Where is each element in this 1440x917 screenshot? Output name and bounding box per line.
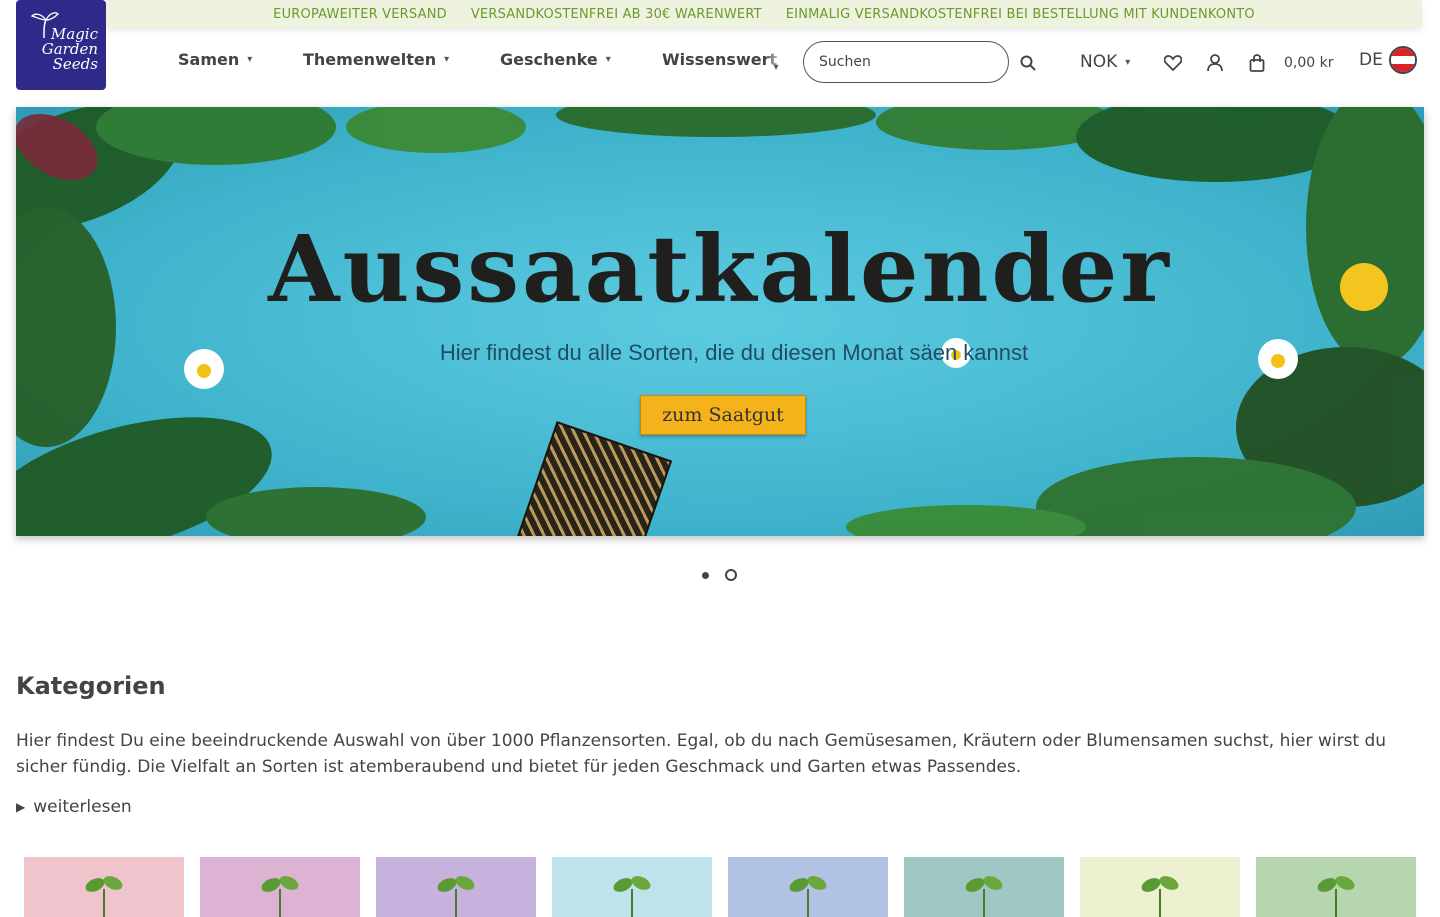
hero-banner[interactable]: Aussaatkalender Hier findest du alle Sor… (16, 107, 1424, 536)
language-label: DE (1359, 50, 1383, 70)
chevron-down-icon: ▾ (444, 54, 450, 65)
section-description: Hier findest Du eine beeindruckende Ausw… (16, 731, 1387, 777)
nav-item-themenwelten[interactable]: Themenwelten ▾ (303, 50, 449, 69)
category-tile[interactable] (376, 857, 536, 917)
category-tile[interactable] (552, 857, 712, 917)
chevron-down-icon: ▾ (247, 54, 253, 65)
hero-title: Aussaatkalender (268, 215, 1172, 323)
category-tile[interactable] (1256, 857, 1416, 917)
category-tile[interactable] (200, 857, 360, 917)
search-icon[interactable] (1016, 52, 1040, 74)
plant-illustration-icon (1141, 876, 1179, 917)
carousel-pagination (700, 569, 737, 581)
nav-item-samen[interactable]: Samen ▾ (178, 50, 252, 69)
search-input[interactable] (803, 41, 1009, 83)
section-title: Kategorien (16, 672, 166, 700)
read-more-label: weiterlesen (33, 797, 132, 817)
currency-label: NOK (1080, 52, 1118, 72)
language-selector[interactable]: DE (1359, 46, 1417, 74)
heart-icon[interactable] (1162, 52, 1184, 74)
plant-illustration-icon (437, 876, 475, 917)
nav-item-label: Samen (178, 50, 240, 69)
plant-illustration-icon (613, 876, 651, 917)
chevron-down-icon[interactable]: ▾ (768, 56, 784, 78)
category-tile[interactable] (728, 857, 888, 917)
plant-illustration-icon (1317, 876, 1355, 917)
hero-cta-button[interactable]: zum Saatgut (640, 395, 806, 435)
cart-total[interactable]: 0,00 kr (1284, 55, 1334, 71)
nav-item-label: Wissenswert (662, 50, 778, 69)
plant-illustration-icon (85, 876, 123, 917)
plant-illustration-icon (261, 876, 299, 917)
carousel-dot-active[interactable] (700, 569, 711, 581)
category-tiles (24, 857, 1416, 917)
site-logo[interactable]: Magic Garden Seeds (16, 0, 106, 90)
read-more-toggle[interactable]: ▶ weiterlesen (16, 797, 132, 817)
nav-item-wissenswert[interactable]: Wissenswert (662, 50, 777, 69)
triangle-right-icon: ▶ (16, 800, 26, 814)
category-tile[interactable] (1080, 857, 1240, 917)
chevron-down-icon: ▾ (1125, 56, 1131, 68)
category-tile[interactable] (904, 857, 1064, 917)
chevron-down-icon: ▾ (605, 54, 611, 65)
plant-illustration-icon (965, 876, 1003, 917)
currency-selector[interactable]: NOK ▾ (1080, 52, 1130, 72)
announcement-item: VERSANDKOSTENFREI AB 30€ WARENWERT (470, 6, 762, 22)
announcement-bar: EUROPAWEITER VERSAND VERSANDKOSTENFREI A… (106, 0, 1422, 28)
announcement-item: EUROPAWEITER VERSAND (273, 6, 447, 22)
category-tile[interactable] (24, 857, 184, 917)
cart-icon[interactable] (1246, 52, 1268, 74)
hero-subtitle: Hier findest du alle Sorten, die du dies… (439, 340, 1029, 365)
logo-text-line: Seeds (52, 55, 98, 73)
nav-item-geschenke[interactable]: Geschenke ▾ (500, 50, 611, 69)
plant-illustration-icon (789, 876, 827, 917)
nav-item-label: Geschenke (500, 50, 598, 69)
carousel-dot[interactable] (725, 569, 737, 581)
austria-flag-icon (1388, 46, 1417, 74)
announcement-item: EINMALIG VERSANDKOSTENFREI BEI BESTELLUN… (785, 6, 1255, 22)
user-icon[interactable] (1204, 52, 1226, 74)
nav-item-label: Themenwelten (303, 50, 437, 69)
sprout-logo-icon (30, 12, 59, 38)
